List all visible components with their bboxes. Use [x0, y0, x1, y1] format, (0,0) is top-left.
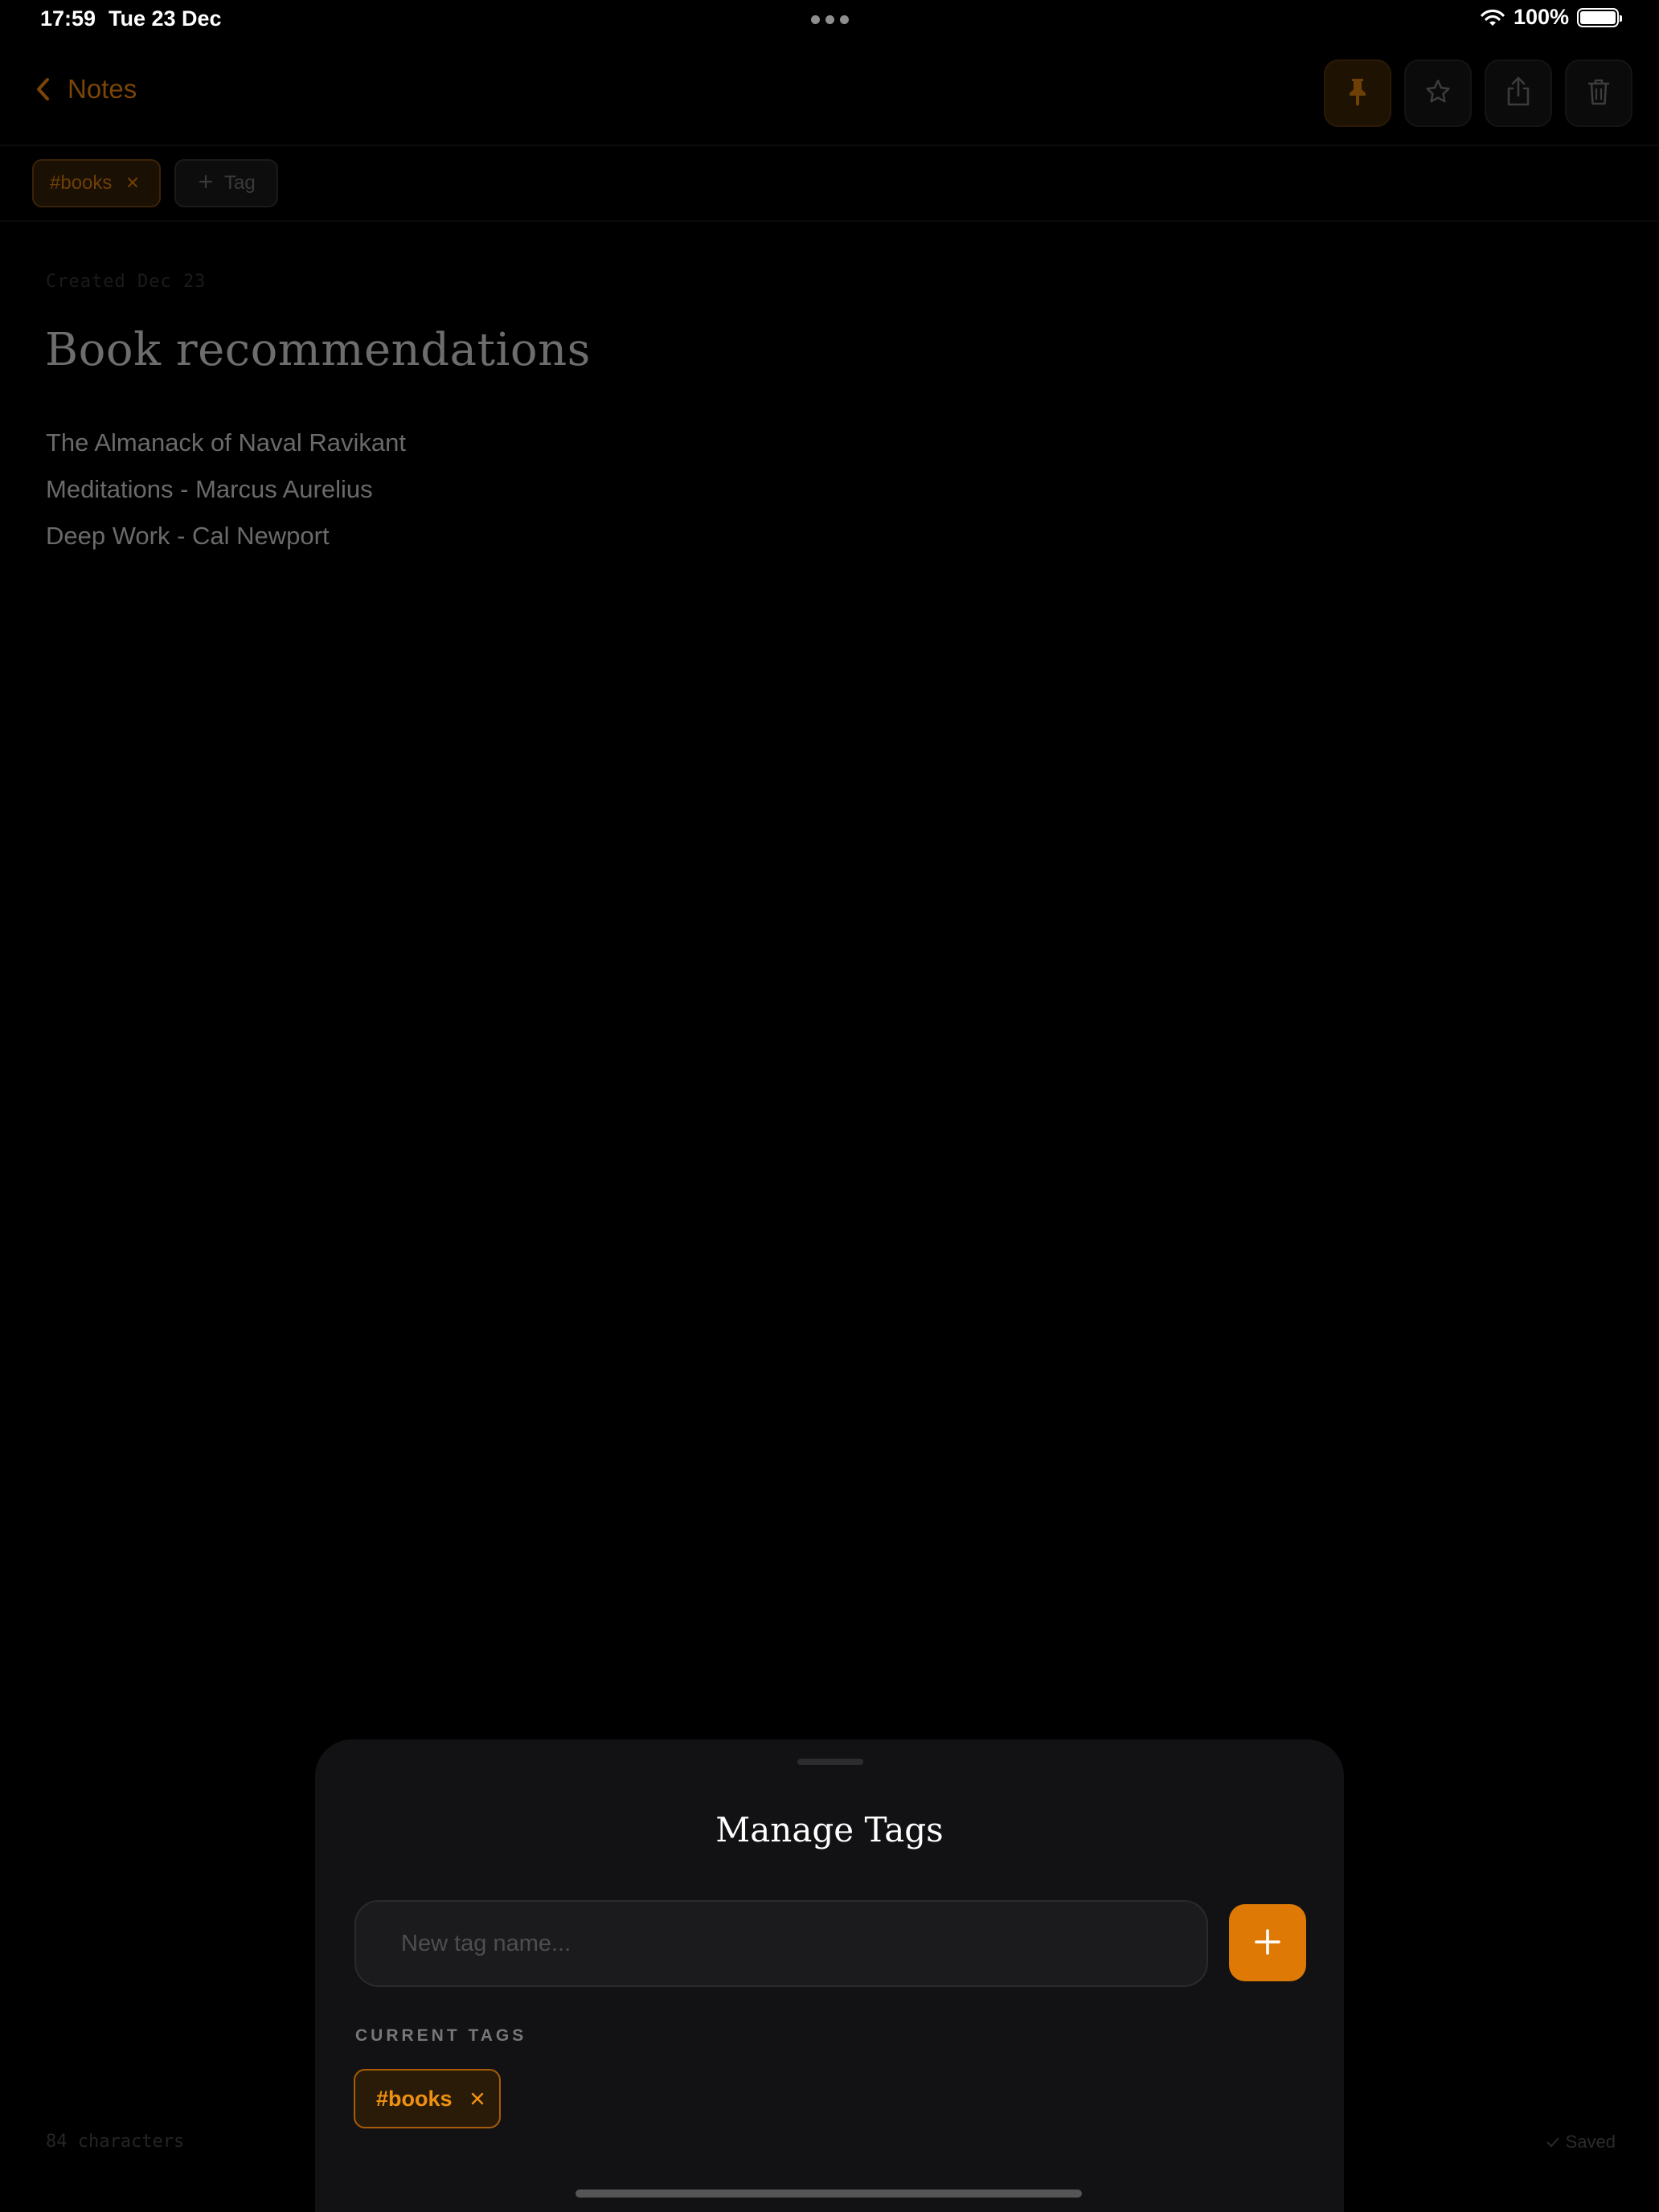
- plus-icon: [199, 172, 213, 195]
- add-tag-submit-button[interactable]: [1229, 1904, 1306, 1981]
- saved-status: Saved: [1546, 2132, 1616, 2153]
- home-indicator: [576, 2189, 1082, 2198]
- sheet-title: Manage Tags: [715, 1810, 944, 1849]
- back-label: Notes: [68, 74, 137, 104]
- back-button[interactable]: Notes: [35, 74, 137, 104]
- sheet-grabber[interactable]: [797, 1759, 863, 1765]
- add-tag-button[interactable]: Tag: [174, 159, 278, 207]
- new-tag-input[interactable]: [354, 1900, 1208, 1987]
- character-count: 84 characters: [46, 2132, 185, 2152]
- pin-icon: [1346, 77, 1370, 109]
- status-right: 100%: [1480, 5, 1622, 30]
- manage-tags-sheet: Manage Tags CURRENT TAGS #books: [315, 1739, 1344, 2212]
- note-line: Deep Work - Cal Newport: [46, 522, 330, 550]
- multitasking-dots-icon[interactable]: [811, 15, 849, 24]
- note-body[interactable]: The Almanack of Naval Ravikant Meditatio…: [46, 428, 406, 568]
- status-date: Tue 23 Dec: [109, 6, 222, 31]
- current-tag-label: #books: [376, 2086, 453, 2111]
- note-title[interactable]: Book recommendations: [45, 324, 591, 376]
- battery-icon: [1577, 7, 1622, 27]
- current-tags-label: CURRENT TAGS: [355, 2026, 527, 2045]
- trash-icon: [1587, 78, 1610, 109]
- share-button[interactable]: [1485, 59, 1552, 127]
- note-line: The Almanack of Naval Ravikant: [46, 428, 406, 457]
- close-icon[interactable]: [126, 172, 139, 195]
- created-date: Created Dec 23: [46, 272, 207, 292]
- top-bar: Notes: [0, 39, 1659, 146]
- plus-icon: [1254, 1928, 1281, 1958]
- tag-chip-label: #books: [50, 172, 113, 194]
- remove-tag-icon[interactable]: [470, 2087, 485, 2112]
- screen: 17:59 Tue 23 Dec 100% Notes #books Tag C…: [0, 0, 1659, 2212]
- status-bar: 17:59 Tue 23 Dec 100%: [0, 0, 1659, 39]
- current-tag-books[interactable]: #books: [354, 2069, 501, 2128]
- add-tag-label: Tag: [224, 172, 256, 194]
- battery-percent: 100%: [1513, 5, 1569, 29]
- star-icon: [1424, 78, 1452, 109]
- pin-button[interactable]: [1324, 59, 1391, 127]
- chevron-left-icon: [35, 77, 50, 101]
- saved-label: Saved: [1565, 2132, 1616, 2152]
- note-actions: [1324, 59, 1632, 127]
- note-line: Meditations - Marcus Aurelius: [46, 475, 373, 503]
- favorite-button[interactable]: [1404, 59, 1472, 127]
- checkmark-icon: [1546, 2132, 1565, 2152]
- delete-button[interactable]: [1565, 59, 1632, 127]
- share-icon: [1506, 76, 1530, 110]
- wifi-icon: [1480, 8, 1505, 27]
- tag-chip-books[interactable]: #books: [32, 159, 161, 207]
- status-time: 17:59: [40, 6, 96, 31]
